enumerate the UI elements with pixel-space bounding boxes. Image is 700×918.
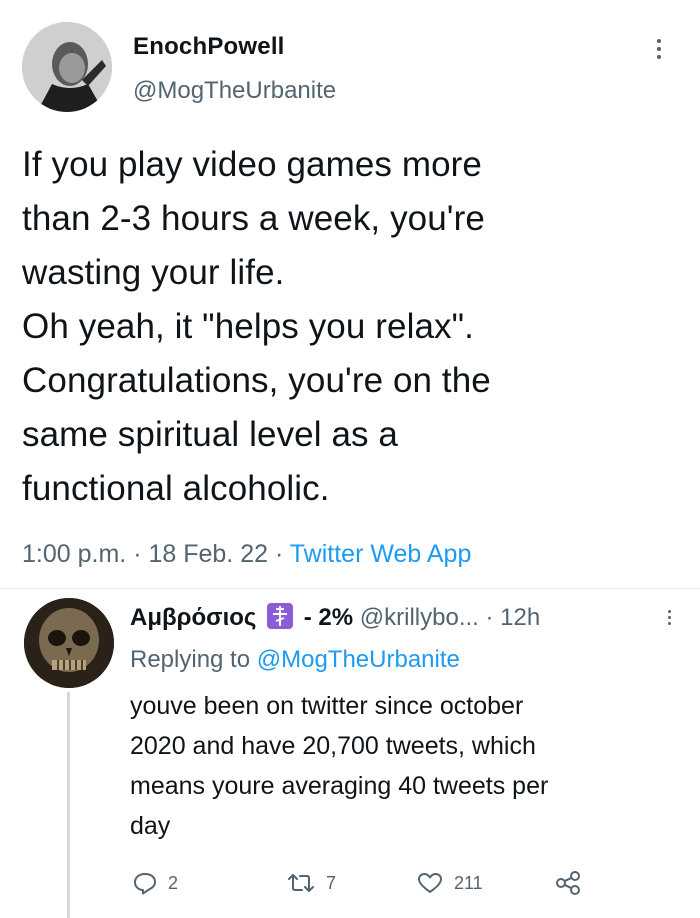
share-icon — [556, 871, 580, 895]
tweet-time[interactable]: 1:00 p.m. — [22, 540, 126, 568]
tweet-source-link[interactable]: Twitter Web App — [290, 540, 472, 568]
heart-icon — [418, 873, 442, 893]
tweet-text: If you play video games more than 2-3 ho… — [22, 145, 491, 508]
meta-separator: · — [274, 540, 284, 568]
like-count: 211 — [454, 872, 483, 893]
comment-icon — [134, 873, 156, 895]
reply-author-avatar[interactable] — [24, 598, 114, 688]
retweet-button[interactable]: 7 — [286, 868, 336, 898]
like-button[interactable]: 211 — [416, 868, 483, 898]
divider — [0, 588, 700, 589]
tweet-metadata: 1:00 p.m. · 18 Feb. 22 · Twitter Web App — [22, 540, 471, 569]
replying-to-mention[interactable]: @MogTheUrbanite — [257, 646, 460, 673]
reply-header: Αμβρόσιος - 2% @krillybo... · 12h — [130, 603, 540, 632]
retweet-count: 7 — [326, 872, 337, 893]
meta-separator: · — [133, 540, 142, 568]
reply-text: youve been on twitter since october 2020… — [130, 692, 549, 840]
reply-name-badge: - 2% — [303, 604, 354, 631]
author-handle[interactable]: @MogTheUrbanite — [133, 77, 336, 105]
share-button[interactable] — [554, 868, 592, 898]
reply-more-options-icon[interactable] — [664, 608, 674, 632]
thread-line — [67, 692, 70, 918]
orthodox-cross-icon — [267, 603, 294, 629]
retweet-icon — [288, 874, 314, 892]
reply-handle[interactable]: @krillybo... — [360, 604, 479, 631]
tweet-date[interactable]: 18 Feb. 22 — [148, 540, 268, 568]
replying-to: Replying to @MogTheUrbanite — [130, 646, 460, 674]
author-avatar[interactable] — [22, 22, 112, 112]
reply-display-name[interactable]: Αμβρόσιος — [130, 604, 256, 631]
replying-to-label: Replying to — [130, 646, 251, 673]
author-display-name[interactable]: EnochPowell — [133, 33, 285, 61]
reply-count: 2 — [168, 872, 179, 893]
reply-time[interactable]: · 12h — [486, 604, 541, 631]
more-options-icon[interactable] — [652, 36, 666, 66]
reply-action-button[interactable]: 2 — [132, 868, 178, 898]
